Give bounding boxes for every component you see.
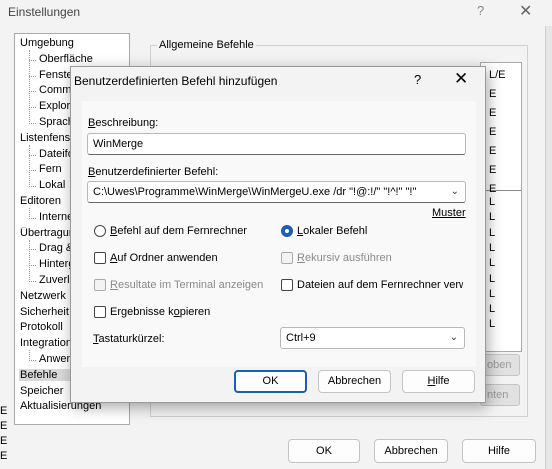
list-cell[interactable]: L <box>489 273 495 285</box>
local-command-label[interactable]: Lokaler Befehl <box>297 225 367 237</box>
shortcut-value: Ctrl+9 <box>286 332 316 344</box>
list-cell[interactable]: E <box>489 183 496 195</box>
list-cell[interactable]: E <box>489 126 496 138</box>
local-command-radio[interactable] <box>281 225 293 237</box>
list-cell[interactable]: L <box>489 318 495 330</box>
recursive-label[interactable]: Rekursiv ausführen <box>297 252 392 264</box>
list-cell[interactable]: L <box>489 257 495 269</box>
settings-help-button[interactable]: Hilfe <box>462 439 536 463</box>
list-cell[interactable]: L <box>489 211 495 223</box>
list-separator <box>481 190 521 191</box>
list-cell[interactable]: L <box>489 227 495 239</box>
list-cell[interactable]: L <box>489 196 495 208</box>
use-remote-files-label[interactable]: Dateien auf dem Fernrechner verw <box>297 279 463 291</box>
tree-connector <box>29 91 36 93</box>
add-custom-command-dialog: Benutzerdefinierten Befehl hinzufügen ? … <box>70 66 486 403</box>
dialog-title: Benutzerdefinierten Befehl hinzufügen <box>74 74 278 88</box>
tree-connector <box>29 123 36 124</box>
tree-connector <box>29 107 36 109</box>
use-remote-files-checkbox[interactable] <box>281 279 293 291</box>
dialog-cancel-button[interactable]: Abbrechen <box>318 370 391 393</box>
commands-group-label: Allgemeine Befehle <box>157 39 256 51</box>
copy-results-checkbox[interactable] <box>94 306 106 318</box>
left-edge-fragment: E <box>0 420 8 432</box>
settings-help-icon[interactable]: ? <box>477 3 484 18</box>
dialog-help-button[interactable]: Hilfe <box>402 370 475 393</box>
copy-results-label[interactable]: Ergebnisse kopieren <box>110 306 210 318</box>
list-cell[interactable]: E <box>489 164 496 176</box>
tree-connector <box>29 281 36 282</box>
tree-connector <box>29 186 36 188</box>
pattern-link[interactable]: Muster <box>432 207 466 219</box>
tree-connector <box>29 350 30 361</box>
apply-to-folders-checkbox[interactable] <box>94 252 106 264</box>
tree-connector <box>29 265 36 267</box>
tree-connector <box>29 144 30 188</box>
list-cell[interactable]: L <box>489 303 495 315</box>
command-value: C:\Uwes\Programme\WinMerge\WinMergeU.exe… <box>93 186 417 198</box>
description-input[interactable]: WinMerge <box>87 133 466 155</box>
list-cell[interactable]: E <box>489 107 496 119</box>
tree-connector <box>29 170 36 172</box>
chevron-down-icon[interactable]: ⌄ <box>450 328 458 348</box>
left-edge-fragment: E <box>0 435 8 447</box>
recursive-checkbox[interactable] <box>281 252 293 264</box>
left-edge-fragment: E <box>0 405 8 417</box>
show-in-terminal-label[interactable]: Resultate im Terminal anzeigen <box>110 279 263 291</box>
command-label: Benutzerdefinierter Befehl: <box>88 166 219 178</box>
show-in-terminal-checkbox[interactable] <box>94 279 106 291</box>
move-up-button[interactable]: oben <box>480 354 520 376</box>
shortcut-label: Tastaturkürzel: <box>93 333 165 345</box>
tree-connector <box>29 50 30 124</box>
remote-command-radio[interactable] <box>94 225 106 237</box>
list-cell[interactable]: E <box>489 145 496 157</box>
apply-to-folders-label[interactable]: Auf Ordner anwenden <box>110 252 218 264</box>
command-combobox[interactable]: C:\Uwes\Programme\WinMerge\WinMergeU.exe… <box>87 181 466 203</box>
dialog-ok-button[interactable]: OK <box>234 370 307 393</box>
settings-cancel-button[interactable]: Abbrechen <box>374 439 448 463</box>
settings-ok-button[interactable]: OK <box>288 439 360 463</box>
list-cell[interactable]: L <box>489 242 495 254</box>
tree-connector <box>29 217 36 219</box>
remote-command-label[interactable]: Befehl auf dem Fernrechner <box>110 225 247 237</box>
chevron-down-icon[interactable]: ⌄ <box>451 182 459 202</box>
window-edge <box>545 26 552 469</box>
list-cell[interactable]: E <box>489 88 496 100</box>
description-label: Beschreibung: <box>88 117 159 129</box>
settings-close-icon[interactable]: ✕ <box>519 1 532 21</box>
dialog-content-panel: Beschreibung: WinMerge Benutzerdefiniert… <box>82 101 476 367</box>
list-header-le[interactable]: L/E <box>489 69 506 81</box>
tree-item[interactable]: Umgebung <box>19 37 129 49</box>
dialog-help-icon[interactable]: ? <box>414 72 421 87</box>
tree-connector <box>29 360 36 361</box>
commands-list[interactable]: L/E EEEEEELLLLLLLLL <box>480 62 522 352</box>
move-down-button[interactable]: nten <box>480 384 520 406</box>
tree-connector <box>29 59 36 61</box>
tree-connector <box>29 249 36 251</box>
dialog-close-icon[interactable]: ✕ <box>454 69 468 89</box>
settings-window-title: Einstellungen <box>8 5 81 19</box>
left-edge-fragment: E <box>0 450 8 462</box>
list-cell[interactable]: L <box>489 288 495 300</box>
tree-connector <box>29 208 30 219</box>
tree-connector <box>29 239 30 282</box>
tree-connector <box>29 75 36 77</box>
shortcut-combobox[interactable]: Ctrl+9 ⌄ <box>280 327 465 349</box>
tree-connector <box>29 154 36 156</box>
tree-item[interactable]: Oberfläche <box>38 53 130 65</box>
